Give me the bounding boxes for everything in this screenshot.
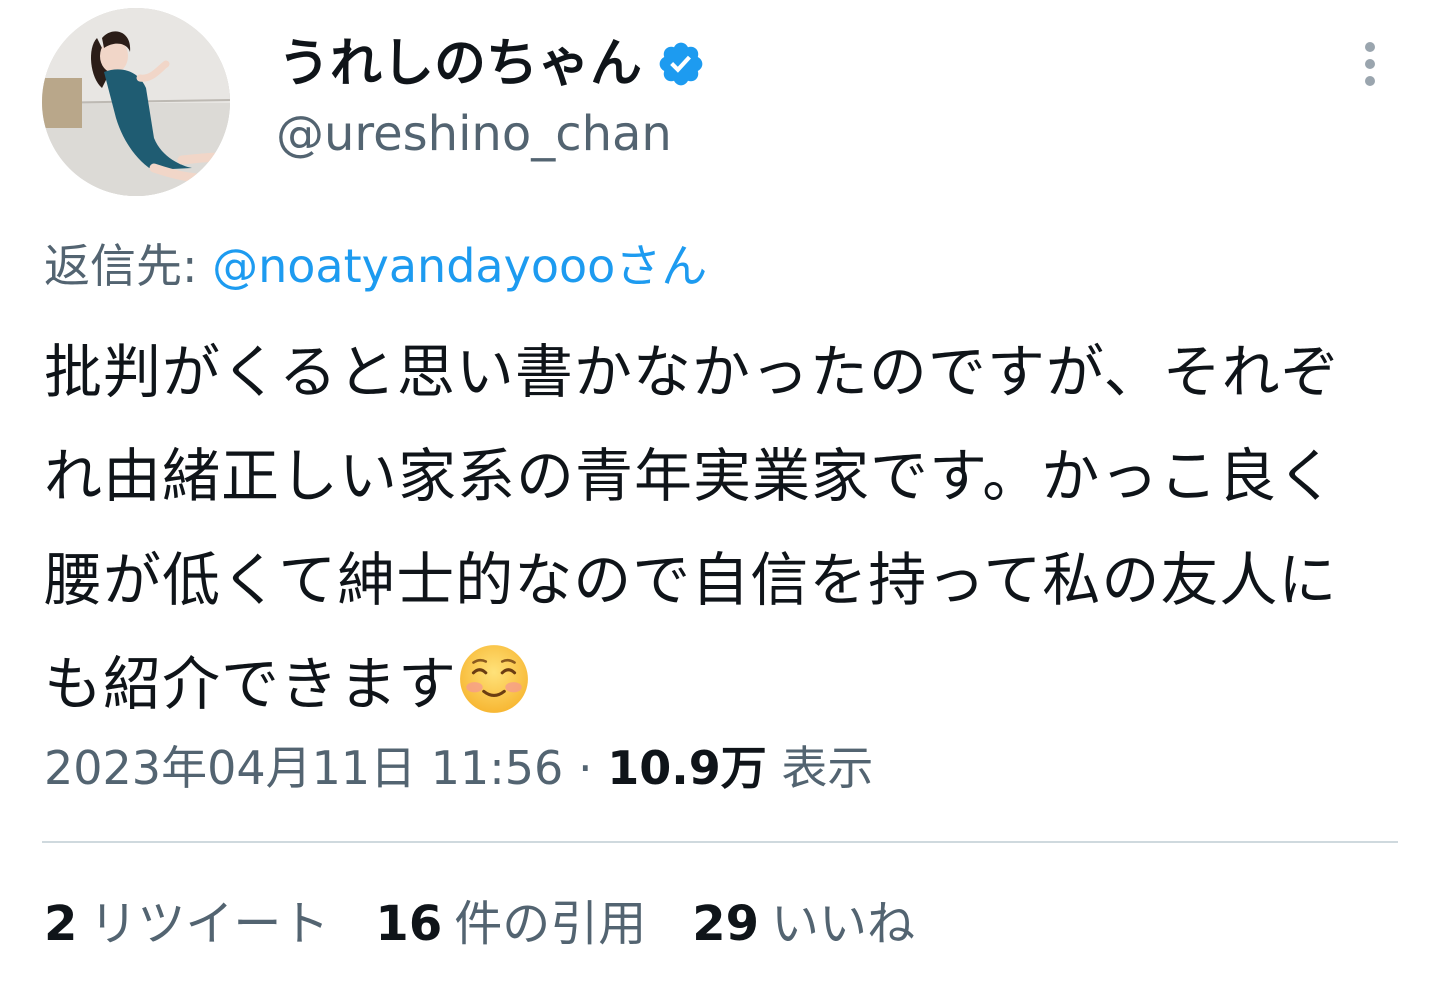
quotes-label: 件の引用 xyxy=(454,896,647,952)
retweets-stat[interactable]: 2 リツイート xyxy=(44,892,329,956)
divider xyxy=(42,841,1398,843)
tweet-body: 批判がくると思い書かなかったのですが、それぞれ由緒正しい家系の青年実業家です。か… xyxy=(44,338,1340,718)
quotes-stat[interactable]: 16 件の引用 xyxy=(375,892,646,956)
views-count: 10.9万 xyxy=(607,741,767,795)
retweets-count: 2 xyxy=(44,896,78,952)
avatar-photo xyxy=(42,8,230,196)
likes-stat[interactable]: 29 いいね xyxy=(692,892,915,956)
smiling-face-icon xyxy=(457,642,531,716)
reply-mention-link[interactable]: @noatyandayooo xyxy=(212,239,615,293)
verified-badge-icon xyxy=(656,39,706,89)
more-dot xyxy=(1365,42,1375,52)
meta-separator: · xyxy=(563,741,608,795)
engagement-stats: 2 リツイート 16 件の引用 29 いいね xyxy=(44,892,915,956)
retweets-label: リツイート xyxy=(89,896,330,952)
more-dot xyxy=(1365,76,1375,86)
more-dot xyxy=(1365,59,1375,69)
display-name[interactable]: うれしのちゃん xyxy=(278,32,642,96)
more-options-icon[interactable] xyxy=(1350,38,1390,90)
display-name-row[interactable]: うれしのちゃん xyxy=(278,32,706,96)
reply-prefix: 返信先: xyxy=(44,239,213,293)
quotes-count: 16 xyxy=(375,896,443,952)
views-label: 表示 xyxy=(766,741,874,795)
tweet-detail: うれしのちゃん @ureshino_chan 返信先: @noatyandayo… xyxy=(0,0,1440,991)
likes-label: いいね xyxy=(771,896,916,952)
likes-count: 29 xyxy=(692,896,760,952)
timestamp-link[interactable]: 2023年04月11日 11:56 xyxy=(44,741,563,795)
tweet-meta: 2023年04月11日 11:56 · 10.9万 表示 xyxy=(44,736,873,800)
reply-to-line: 返信先: @noatyandayoooさん xyxy=(44,236,707,296)
reply-suffix[interactable]: さん xyxy=(615,239,707,293)
profile-avatar[interactable] xyxy=(42,8,230,196)
user-handle[interactable]: @ureshino_chan xyxy=(276,104,672,164)
tweet-text: 批判がくると思い書かなかったのですが、それぞれ由緒正しい家系の青年実業家です。か… xyxy=(44,320,1389,736)
